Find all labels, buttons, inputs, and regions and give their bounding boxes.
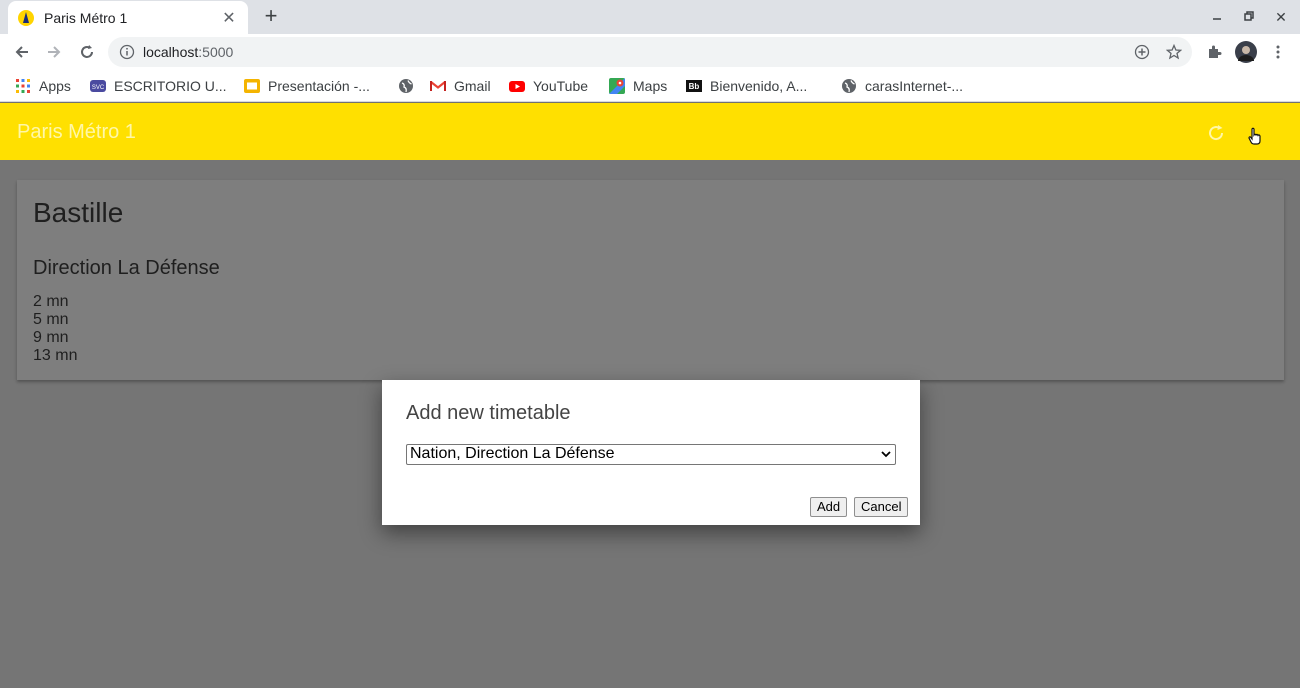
station-name: Bastille [33,197,124,228]
slides-icon [244,79,260,93]
app-header: Paris Métro 1 [0,103,1300,160]
minimize-icon[interactable] [1204,6,1230,28]
profile-avatar[interactable] [1232,38,1260,66]
url-text[interactable]: localhost:5000 [143,44,233,60]
address-bar[interactable]: localhost:5000 [108,37,1192,67]
add-button[interactable]: Add [810,497,848,517]
install-app-icon[interactable] [1134,44,1150,60]
bookmark-carasinternet[interactable]: carasInternet-... [841,76,963,96]
departure-time: 5 mn [33,311,69,328]
globe-icon [399,79,413,93]
departure-time: 9 mn [33,329,69,346]
bookmarks-bar: Apps SVC ESCRITORIO U... Presentación -.… [0,70,1300,102]
apps-grid-icon [16,79,30,93]
reload-icon[interactable] [73,38,101,66]
browser-toolbar: localhost:5000 [0,34,1300,70]
extensions-icon[interactable] [1200,38,1228,66]
tab-title: Paris Métro 1 [44,9,128,26]
forward-icon[interactable] [40,38,68,66]
timetable-select[interactable]: Nation, Direction La Défense [406,444,896,465]
refresh-icon[interactable] [1206,123,1226,143]
back-icon[interactable] [8,38,36,66]
bookmark-globe[interactable] [398,76,422,96]
browser-tab[interactable]: Paris Métro 1 ✕ [8,1,248,34]
svc-logo-icon: SVC [90,80,106,92]
departure-time: 13 mn [33,347,78,364]
hand-pointer-icon[interactable] [1246,126,1266,146]
menu-kebab-icon[interactable] [1264,38,1292,66]
svg-text:Bb: Bb [689,82,700,91]
chevron-down-icon [881,451,891,458]
bookmark-bienvenido[interactable]: Bb Bienvenido, A... [686,76,807,96]
youtube-icon [509,81,525,92]
svg-text:SVC: SVC [92,85,105,91]
new-tab-icon[interactable]: + [260,4,282,30]
timetable-card: Bastille Direction La Défense 2 mn 5 mn … [17,180,1284,380]
app-title: Paris Métro 1 [17,121,136,143]
add-timetable-dialog: Add new timetable Nation, Direction La D… [382,380,920,525]
dialog-title: Add new timetable [406,402,571,424]
globe-icon [842,79,856,93]
departure-times: 2 mn 5 mn 9 mn 13 mn [33,293,77,365]
bookmark-maps[interactable]: Maps [609,76,667,96]
departure-time: 2 mn [33,293,69,310]
bookmark-apps[interactable]: Apps [15,76,71,96]
bookmark-youtube[interactable]: YouTube [509,76,588,96]
maps-icon [609,78,625,94]
close-window-icon[interactable]: ✕ [1268,6,1294,28]
selected-option: Nation, Direction La Défense [410,445,615,462]
bookmark-presentacion[interactable]: Presentación -... [244,76,370,96]
bookmark-escritorio[interactable]: SVC ESCRITORIO U... [90,76,227,96]
bookmark-gmail[interactable]: Gmail [430,76,491,96]
bookmark-star-icon[interactable] [1166,44,1182,60]
cancel-button[interactable]: Cancel [854,497,909,517]
metro-favicon-icon [18,9,34,26]
tab-strip: Paris Métro 1 ✕ + ✕ [0,0,1300,34]
gmail-icon [430,81,446,91]
close-tab-icon[interactable]: ✕ [220,8,238,28]
direction-label: Direction La Défense [33,257,220,279]
info-icon[interactable] [119,44,135,60]
blackboard-icon: Bb [686,80,702,92]
restore-icon[interactable] [1236,6,1262,28]
